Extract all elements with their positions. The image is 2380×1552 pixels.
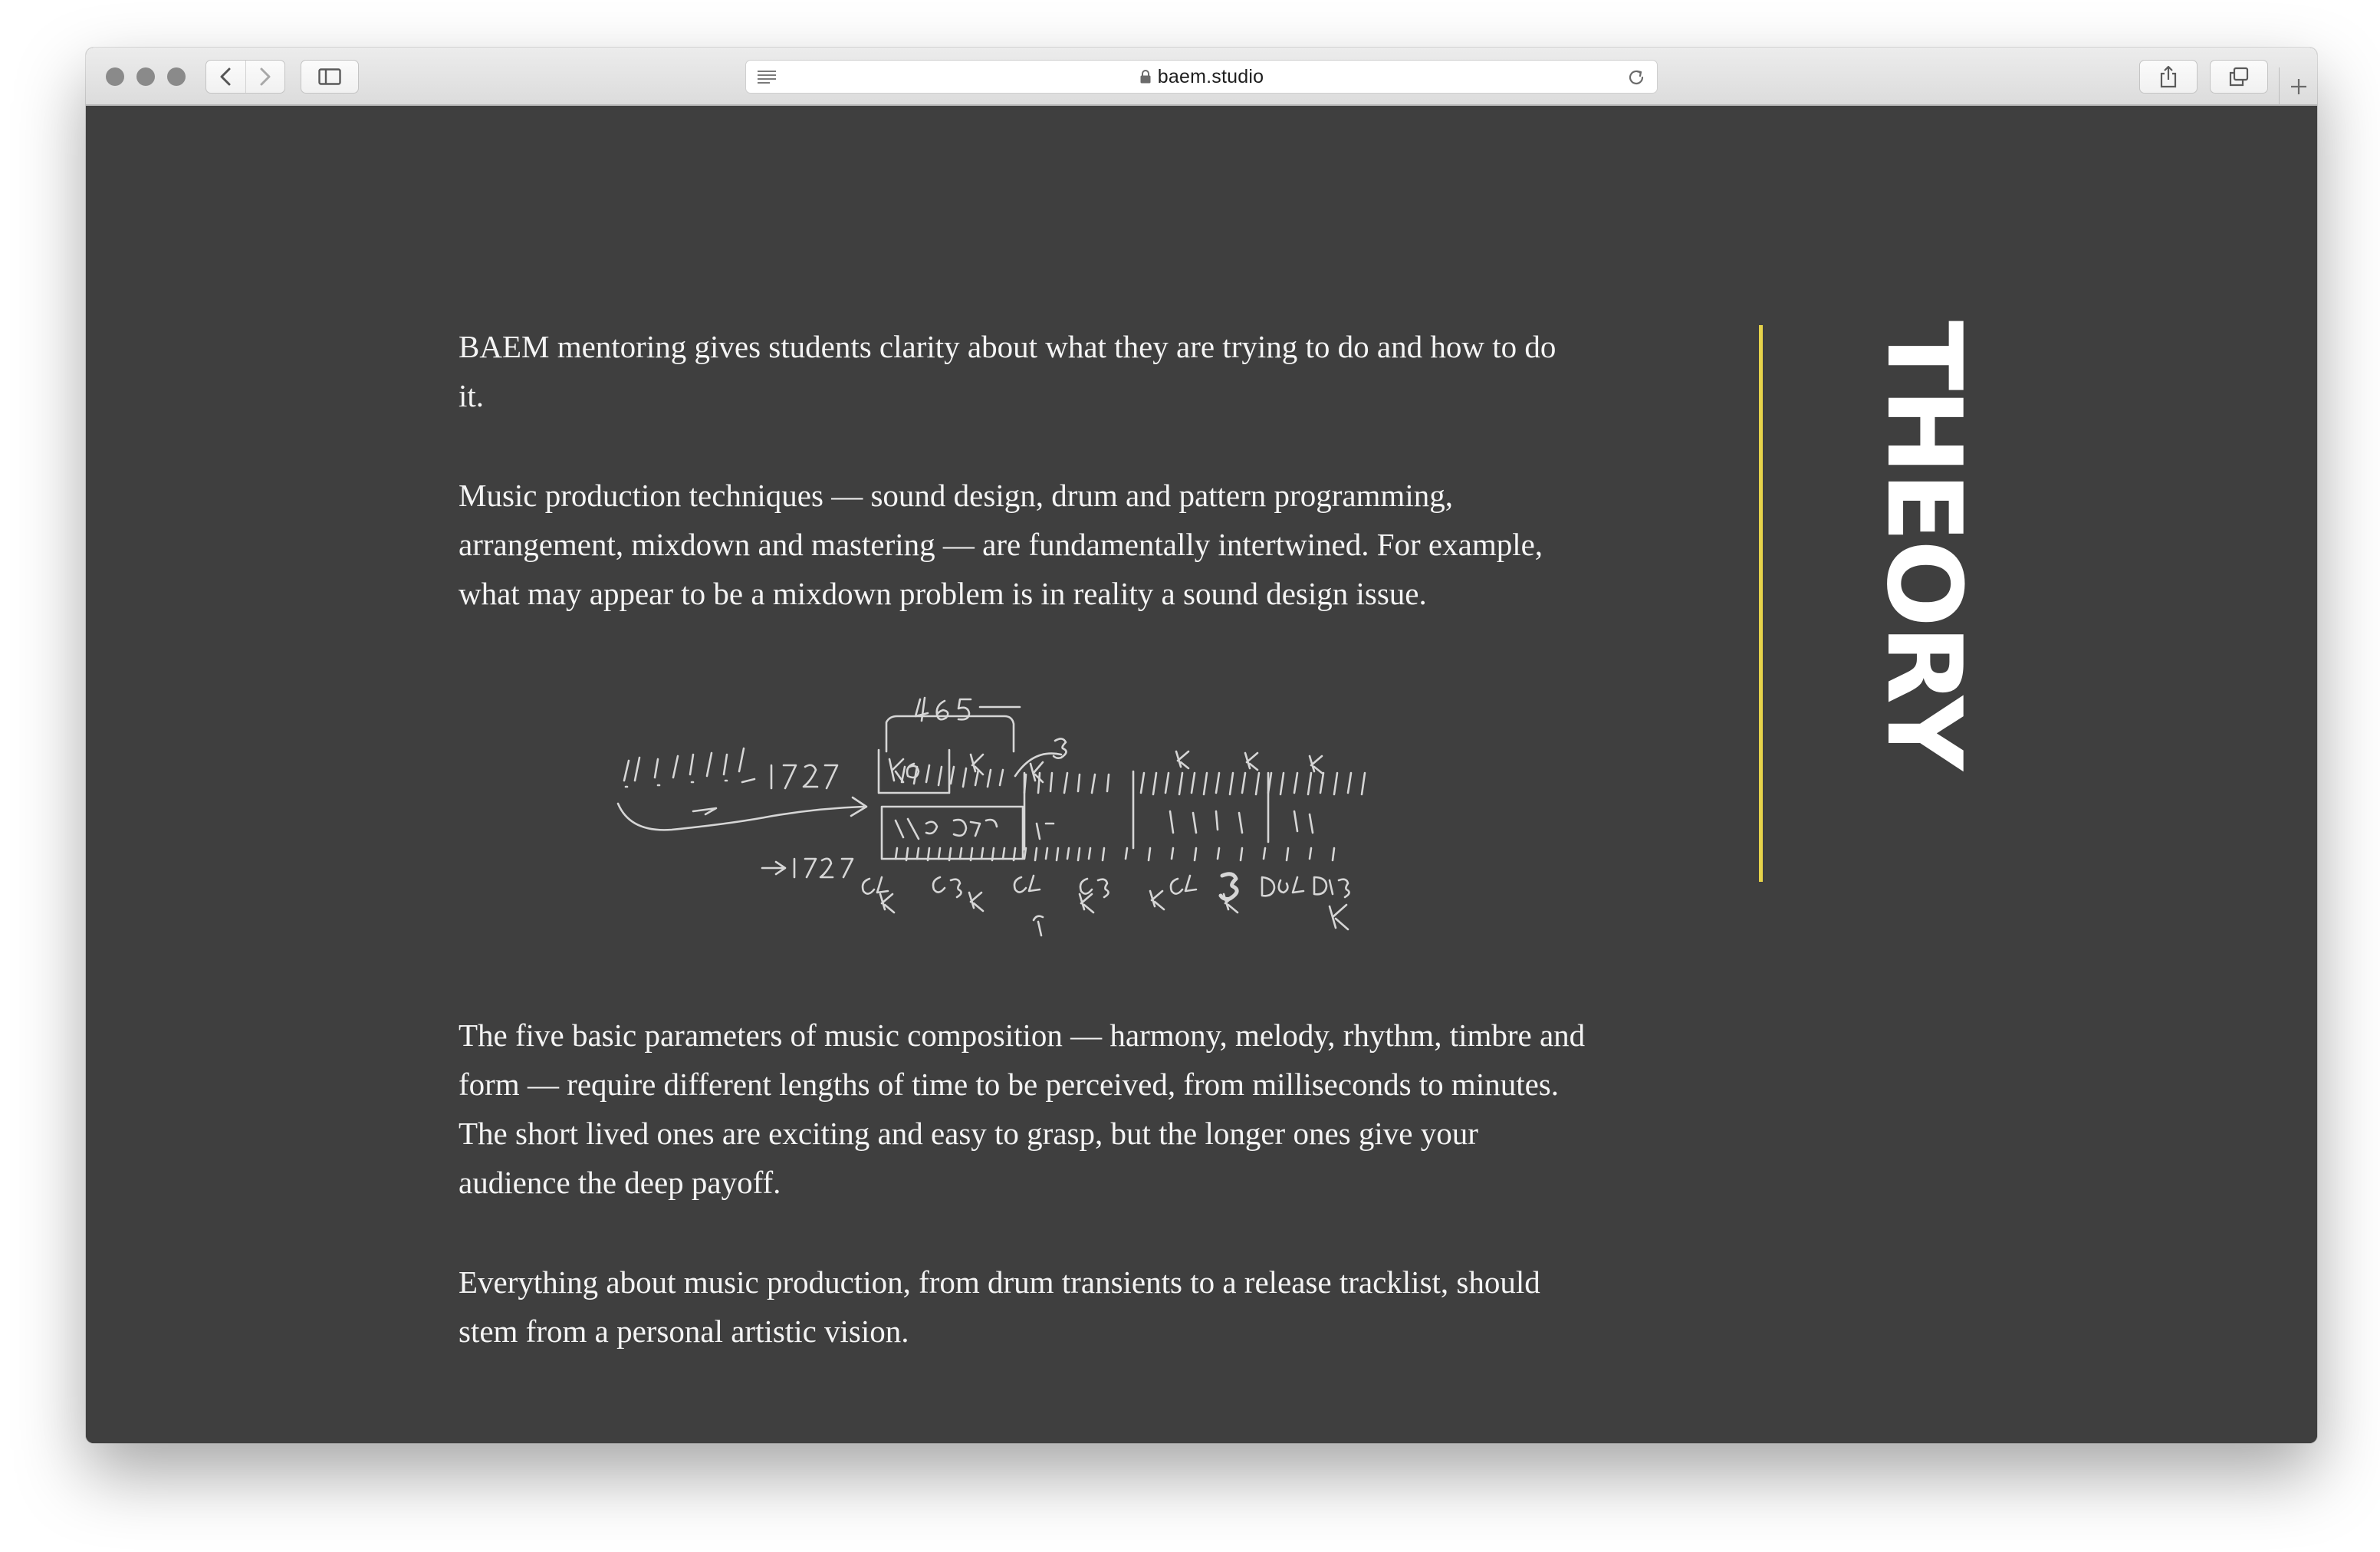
url-display[interactable]: baem.studio	[746, 61, 1657, 93]
paragraph-vision: Everything about music production, from …	[459, 1264, 1540, 1349]
accent-divider-line	[1759, 325, 1763, 882]
plus-icon	[2291, 79, 2306, 94]
tabs-icon	[2229, 67, 2249, 87]
paragraph-mentoring: BAEM mentoring gives students clarity ab…	[459, 329, 1557, 413]
chevron-left-icon	[220, 67, 231, 86]
section-title: THEORY	[1864, 321, 1984, 768]
show-tabs-button[interactable]	[2210, 60, 2268, 94]
new-tab-button[interactable]	[2279, 67, 2317, 106]
sidebar-toggle-button[interactable]	[301, 60, 359, 94]
sidebar-icon	[318, 68, 341, 85]
forward-button[interactable]	[245, 61, 285, 93]
browser-toolbar: baem.studio	[86, 48, 2317, 106]
url-text: baem.studio	[1157, 65, 1264, 87]
article-body: BAEM mentoring gives students clarity ab…	[459, 322, 1586, 1406]
browser-window: baem.studio BAEM mentoring gives student…	[86, 48, 2317, 1443]
navigation-buttons	[205, 60, 285, 94]
address-bar[interactable]: baem.studio	[745, 60, 1658, 94]
close-window-button[interactable]	[106, 67, 124, 86]
share-button[interactable]	[2139, 60, 2198, 94]
paragraph-parameters: The five basic parameters of music compo…	[459, 1018, 1586, 1200]
handwritten-rhythm-sketch	[616, 696, 1366, 937]
page-content: BAEM mentoring gives students clarity ab…	[86, 106, 2317, 1443]
back-button[interactable]	[206, 61, 245, 93]
zoom-window-button[interactable]	[167, 67, 186, 86]
lock-icon	[1140, 70, 1151, 84]
reload-icon[interactable]	[1626, 67, 1646, 87]
share-icon	[2160, 65, 2177, 88]
chevron-right-icon	[260, 67, 271, 86]
paragraph-techniques: Music production techniques — sound desi…	[459, 478, 1543, 611]
minimize-window-button[interactable]	[136, 67, 155, 86]
